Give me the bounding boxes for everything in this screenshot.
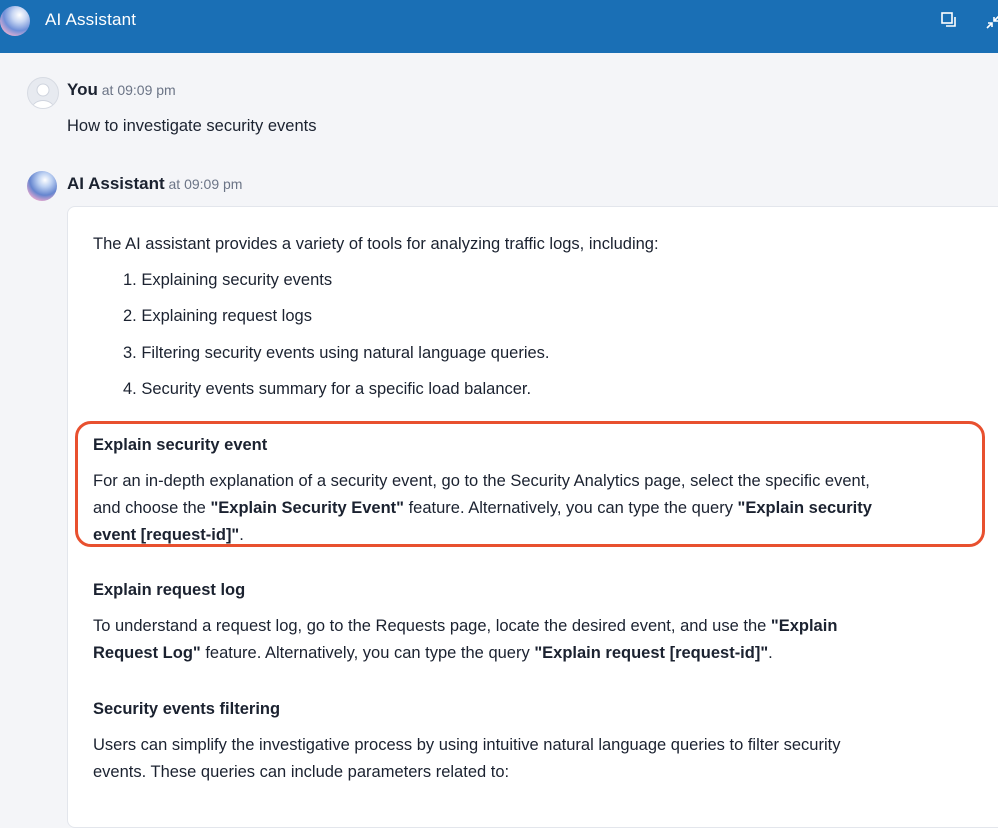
paragraph-line: For an in-depth explanation of a securit… — [93, 472, 870, 490]
paragraph-line: Request Log" feature. Alternatively, you… — [93, 644, 773, 662]
paragraph-line: events. These queries can include parame… — [93, 763, 510, 781]
assistant-name: AI Assistant — [67, 174, 165, 193]
paragraph-line: event [request-id]". — [93, 526, 244, 544]
user-message-text: How to investigate security events — [67, 117, 317, 135]
assistant-message-time: at 09:09 pm — [168, 176, 243, 192]
user-message-meta: You at 09:09 pm — [67, 80, 176, 100]
section-explain-security-event-text: For an in-depth explanation of a securit… — [93, 468, 988, 549]
section-explain-request-log-text: To understand a request log, go to the R… — [93, 613, 988, 667]
user-message-time: at 09:09 pm — [101, 82, 176, 98]
section-title-security-events-filtering: Security events filtering — [93, 700, 281, 718]
user-name: You — [67, 80, 98, 99]
list-item: 4. Security events summary for a specifi… — [123, 380, 532, 398]
paragraph-line: Users can simplify the investigative pro… — [93, 736, 841, 754]
list-item: 1. Explaining security events — [123, 271, 333, 289]
paragraph-line: To understand a request log, go to the R… — [93, 617, 838, 635]
popout-icon[interactable] — [941, 12, 957, 28]
minimize-icon[interactable] — [985, 14, 998, 30]
chat-header: AI Assistant — [0, 0, 998, 53]
list-item: 3. Filtering security events using natur… — [123, 344, 550, 362]
assistant-avatar — [27, 171, 57, 201]
assistant-intro: The AI assistant provides a variety of t… — [93, 235, 659, 253]
paragraph-line: and choose the "Explain Security Event" … — [93, 499, 872, 517]
user-avatar — [27, 77, 59, 109]
section-title-explain-request-log: Explain request log — [93, 581, 246, 599]
list-item: 2. Explaining request logs — [123, 307, 312, 325]
section-security-events-filtering-text: Users can simplify the investigative pro… — [93, 732, 988, 786]
assistant-message-meta: AI Assistant at 09:09 pm — [67, 174, 242, 194]
header-title: AI Assistant — [45, 10, 137, 29]
ai-assistant-logo — [0, 6, 30, 36]
section-title-explain-security-event: Explain security event — [93, 436, 268, 454]
